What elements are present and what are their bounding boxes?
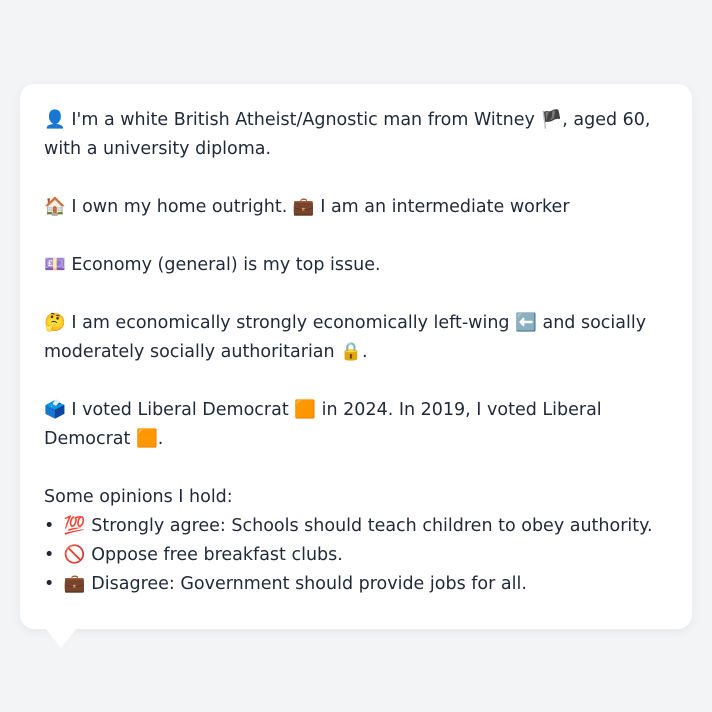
thinking-face-icon: 🤔: [44, 313, 66, 333]
person-icon: 👤: [44, 110, 66, 130]
opinions-heading: Some opinions I hold:: [44, 487, 233, 507]
opinion-text: Oppose free breakfast clubs.: [91, 545, 343, 565]
bullet: •: [44, 516, 55, 536]
pound-banknote-icon: 💷: [44, 255, 66, 275]
bullet: •: [44, 545, 55, 565]
vote-paragraph: 🗳️ I voted Liberal Democrat 🟧 in 2024. I…: [44, 396, 668, 454]
opinion-text: Strongly agree: Schools should teach chi…: [91, 516, 653, 536]
vote-text: I voted Liberal Democrat: [71, 400, 289, 420]
bullet: •: [44, 574, 55, 594]
opinions-list: • 💯 Strongly agree: Schools should teach…: [44, 512, 668, 599]
issue-paragraph: 💷 Economy (general) is my top issue.: [44, 251, 668, 280]
briefcase-icon: 💼: [63, 574, 86, 594]
list-item: • 💯 Strongly agree: Schools should teach…: [44, 512, 668, 541]
prohibited-icon: 🚫: [63, 545, 86, 565]
message-bubble: 👤 I'm a white British Atheist/Agnostic m…: [20, 84, 692, 629]
ideology-paragraph: 🤔 I am economically strongly economicall…: [44, 309, 668, 367]
orange-square-icon: 🟧: [294, 400, 317, 420]
briefcase-icon: 💼: [292, 197, 315, 217]
work-text: I am an intermediate worker: [320, 197, 570, 217]
identity-text: I'm a white British Atheist/Agnostic man…: [71, 110, 535, 130]
england-flag-icon: 🏴: [540, 110, 563, 130]
ballot-box-icon: 🗳️: [44, 400, 66, 420]
opinions-section: Some opinions I hold: • 💯 Strongly agree…: [44, 483, 668, 599]
housing-paragraph: 🏠 I own my home outright. 💼 I am an inte…: [44, 193, 668, 222]
identity-paragraph: 👤 I'm a white British Atheist/Agnostic m…: [44, 106, 668, 164]
left-arrow-icon: ⬅️: [515, 313, 537, 333]
house-icon: 🏠: [44, 197, 66, 217]
lock-icon: 🔒: [340, 342, 362, 362]
list-item: • 💼 Disagree: Government should provide …: [44, 570, 668, 599]
housing-text: I own my home outright.: [71, 197, 288, 217]
hundred-points-icon: 💯: [63, 516, 86, 536]
orange-square-icon: 🟧: [135, 429, 158, 449]
vote-text-after: .: [157, 429, 164, 449]
opinion-text: Disagree: Government should provide jobs…: [91, 574, 527, 594]
ideology-text: I am economically strongly economically …: [71, 313, 510, 333]
bubble-tail: [44, 627, 78, 648]
ideology-text-after: .: [362, 342, 368, 362]
list-item: • 🚫 Oppose free breakfast clubs.: [44, 541, 668, 570]
issue-text: Economy (general) is my top issue.: [71, 255, 381, 275]
